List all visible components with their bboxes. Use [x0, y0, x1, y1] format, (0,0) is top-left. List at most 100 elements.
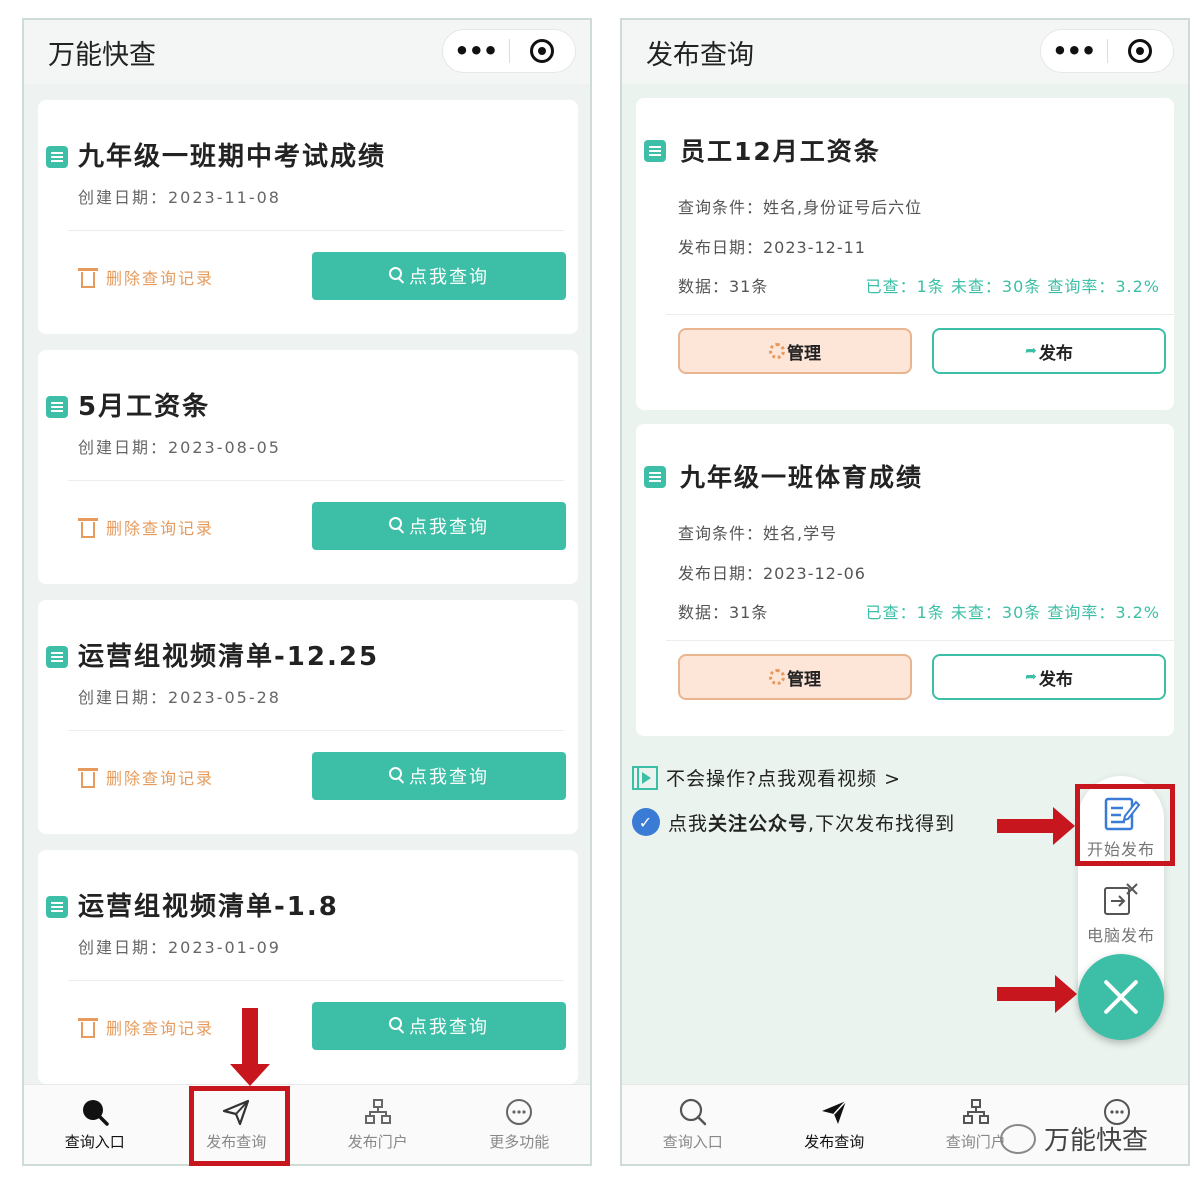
wechat-icon — [1000, 1123, 1036, 1154]
more-circle-icon — [506, 1099, 533, 1125]
query-condition: 查询条件：姓名,身份证号后六位 — [678, 198, 923, 217]
delete-record-button[interactable]: 删除查询记录 — [78, 764, 214, 790]
red-arrow-right — [997, 975, 1077, 1013]
created-date: 创建日期：2023-05-28 — [78, 688, 281, 707]
query-card: 九年级一班期中考试成绩 创建日期：2023-11-08 删除查询记录 点我查询 — [38, 100, 578, 334]
trash-icon — [78, 766, 98, 788]
card-title: 运营组视频清单-12.25 — [78, 642, 380, 672]
more-menu-button[interactable]: ••• — [443, 29, 509, 73]
manage-label: 管理 — [787, 669, 821, 690]
tab-label: 查询门户 — [945, 1133, 1006, 1151]
delete-label: 删除查询记录 — [106, 269, 215, 288]
card-title: 九年级一班期中考试成绩 — [78, 142, 387, 172]
watermark: 万能快查 — [1000, 1120, 1148, 1157]
page-title: 万能快查 — [48, 40, 156, 71]
delete-label: 删除查询记录 — [106, 1019, 215, 1038]
card-title: 员工12月工资条 — [680, 137, 881, 166]
close-mini-program-button[interactable] — [1108, 39, 1174, 63]
published-query-card: 九年级一班体育成绩 查询条件：姓名,学号 发布日期：2023-12-06 数据：… — [636, 424, 1174, 736]
target-icon — [1128, 39, 1153, 63]
card-title: 九年级一班体育成绩 — [680, 463, 924, 492]
right-screen: 发布查询 ••• 员工12月工资条 查询条件：姓名,身份证号后六位 发布日期：2… — [620, 18, 1190, 1166]
query-card: 运营组视频清单-12.25 创建日期：2023-05-28 删除查询记录 点我查… — [38, 600, 578, 834]
publish-date: 发布日期：2023-12-06 — [678, 564, 866, 583]
sitemap-icon — [364, 1099, 391, 1124]
help-video-text: 不会操作?点我观看视频 > — [666, 768, 902, 790]
share-arrow-icon: ➦ — [1025, 343, 1037, 359]
query-button[interactable]: 点我查询 — [312, 1002, 566, 1050]
follow-suffix: ,下次发布找得到 — [808, 812, 956, 835]
created-date: 创建日期：2023-08-05 — [78, 438, 281, 457]
title-bar: 万能快查 ••• — [24, 20, 590, 84]
query-label: 点我查询 — [409, 767, 489, 788]
query-label: 点我查询 — [409, 267, 489, 288]
manage-button[interactable]: 管理 — [678, 654, 912, 700]
trash-icon — [78, 516, 98, 538]
divider — [666, 640, 1174, 641]
tab-bar: 查询入口 发布查询 发布门户 更多功能 — [24, 1084, 590, 1164]
document-icon — [46, 896, 68, 918]
delete-record-button[interactable]: 删除查询记录 — [78, 1014, 214, 1040]
fab-label: 电脑发布 — [1086, 926, 1155, 945]
highlight-publish-tab — [189, 1086, 290, 1166]
query-button[interactable]: 点我查询 — [312, 252, 566, 300]
tab-publish-query[interactable]: 发布查询 — [764, 1085, 906, 1164]
manage-button[interactable]: 管理 — [678, 328, 912, 374]
document-icon — [46, 396, 68, 418]
tab-label: 发布查询 — [804, 1133, 865, 1151]
publish-label: 发布 — [1038, 669, 1073, 690]
search-icon — [389, 767, 405, 785]
data-count: 数据：31条 — [678, 603, 769, 622]
share-arrow-icon: ➦ — [1025, 669, 1037, 685]
tab-label: 发布门户 — [347, 1133, 408, 1151]
computer-publish-button[interactable]: 电脑发布 — [1078, 880, 1164, 946]
tab-query-entry[interactable]: 查询入口 — [622, 1085, 764, 1164]
tab-query-entry[interactable]: 查询入口 — [24, 1085, 166, 1164]
document-icon — [46, 646, 68, 668]
publish-button[interactable]: ➦ 发布 — [932, 328, 1166, 374]
document-icon — [644, 140, 666, 162]
tab-more-features[interactable]: 更多功能 — [449, 1085, 591, 1164]
highlight-start-publish — [1075, 784, 1175, 866]
divider — [68, 980, 564, 981]
delete-record-button[interactable]: 删除查询记录 — [78, 514, 214, 540]
mini-program-capsule: ••• — [442, 29, 576, 73]
divider — [68, 480, 564, 481]
publish-date: 发布日期：2023-12-11 — [678, 238, 866, 257]
gear-icon — [769, 669, 785, 685]
more-menu-button[interactable]: ••• — [1041, 29, 1107, 73]
publish-button[interactable]: ➦ 发布 — [932, 654, 1166, 700]
sitemap-icon — [962, 1099, 989, 1124]
help-video-link[interactable]: 不会操作?点我观看视频 > — [632, 764, 901, 791]
search-icon — [679, 1098, 706, 1126]
trash-icon — [78, 1016, 98, 1038]
query-card: 5月工资条 创建日期：2023-08-05 删除查询记录 点我查询 — [38, 350, 578, 584]
delete-label: 删除查询记录 — [106, 769, 215, 788]
created-date: 创建日期：2023-01-09 — [78, 938, 281, 957]
search-icon — [389, 267, 405, 285]
query-button[interactable]: 点我查询 — [312, 502, 566, 550]
title-bar: 发布查询 ••• — [622, 20, 1188, 84]
card-title: 运营组视频清单-1.8 — [78, 892, 339, 922]
close-mini-program-button[interactable] — [510, 39, 576, 63]
published-query-card: 员工12月工资条 查询条件：姓名,身份证号后六位 发布日期：2023-12-11… — [636, 98, 1174, 410]
follow-account-link[interactable]: ✓ 点我 关注公众号 ,下次发布找得到 — [632, 808, 955, 836]
left-screen: 万能快查 ••• 九年级一班期中考试成绩 创建日期：2023-11-08 删除查… — [22, 18, 592, 1166]
search-icon — [389, 1017, 405, 1035]
page-title: 发布查询 — [646, 40, 754, 71]
video-icon — [632, 765, 658, 790]
tab-publish-portal[interactable]: 发布门户 — [307, 1085, 449, 1164]
search-icon — [389, 517, 405, 535]
query-stats: 已查：1条 未查：30条 查询率：3.2% — [865, 277, 1160, 296]
query-label: 点我查询 — [409, 1017, 489, 1038]
search-filled-icon — [82, 1100, 109, 1126]
follow-prefix: 点我 — [668, 812, 709, 835]
delete-record-button[interactable]: 删除查询记录 — [78, 264, 214, 290]
data-count: 数据：31条 — [678, 277, 769, 296]
mini-program-capsule: ••• — [1040, 29, 1174, 73]
fab-close-button[interactable] — [1078, 954, 1164, 1040]
query-button[interactable]: 点我查询 — [312, 752, 566, 800]
tab-label: 查询入口 — [662, 1133, 723, 1151]
query-card: 运营组视频清单-1.8 创建日期：2023-01-09 删除查询记录 点我查询 — [38, 850, 578, 1084]
tab-label: 更多功能 — [489, 1133, 550, 1151]
